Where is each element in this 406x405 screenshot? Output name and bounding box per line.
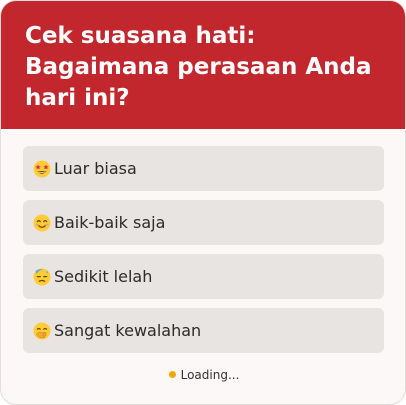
poll-card: Cek suasana hati: Bagaimana perasaan And… [0, 0, 406, 405]
loading-status: Loading... [1, 368, 405, 382]
star-struck-emoji-icon [33, 160, 51, 178]
hand-over-mouth-emoji-icon [33, 322, 51, 340]
poll-title: Cek suasana hati: Bagaimana perasaan And… [25, 23, 372, 111]
downcast-sweat-emoji-icon [33, 268, 51, 286]
smiling-face-emoji-icon [33, 214, 51, 232]
loading-text: Loading... [180, 368, 240, 382]
poll-options: Luar biasa Baik-baik saja Sedikit lelah … [23, 146, 384, 362]
option-label: Sedikit lelah [54, 267, 153, 286]
loading-dot-icon [168, 371, 176, 378]
option-label: Sangat kewalahan [54, 321, 202, 340]
option-label: Baik-baik saja [54, 213, 166, 232]
option-luar-biasa[interactable]: Luar biasa [23, 146, 384, 191]
option-baik-baik-saja[interactable]: Baik-baik saja [23, 200, 384, 245]
option-sangat-kewalahan[interactable]: Sangat kewalahan [23, 308, 384, 353]
poll-header: Cek suasana hati: Bagaimana perasaan And… [1, 1, 405, 129]
option-label: Luar biasa [54, 159, 137, 178]
option-sedikit-lelah[interactable]: Sedikit lelah [23, 254, 384, 299]
